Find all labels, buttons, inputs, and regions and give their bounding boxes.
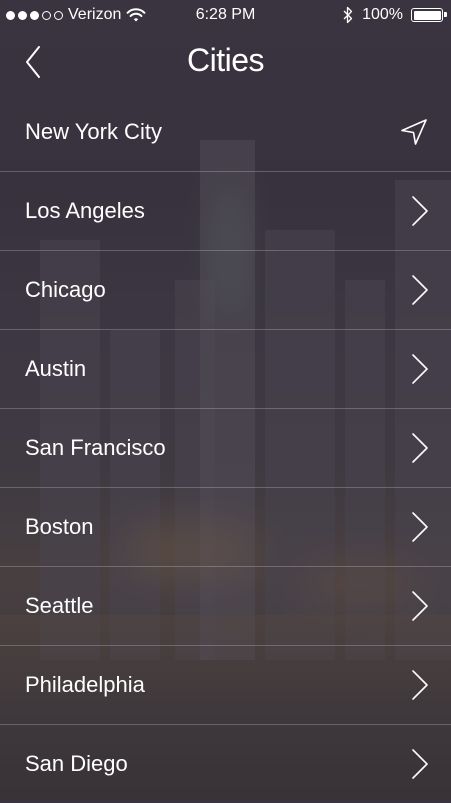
city-row-san-diego[interactable]: San Diego [0,725,451,803]
chevron-right-icon [412,196,428,226]
city-label: San Diego [25,751,128,776]
city-row-new-york-city[interactable]: New York City [0,92,451,172]
city-row-los-angeles[interactable]: Los Angeles [0,172,451,251]
city-label: San Francisco [25,435,166,460]
chevron-right-icon [412,591,428,621]
city-label: Austin [25,356,87,381]
city-label: Chicago [25,277,106,302]
status-bar: Verizon 6:28 PM 100% [0,0,451,30]
city-label: Philadelphia [25,672,145,697]
chevron-right-icon [412,275,428,305]
city-row-seattle[interactable]: Seattle [0,567,451,646]
location-arrow-icon [401,118,427,145]
chevron-right-icon [412,512,428,542]
page-title: Cities [186,42,265,78]
city-label: Seattle [25,593,94,618]
cities-list: New York City Los Angeles Chicago Austin… [0,92,451,803]
city-row-philadelphia[interactable]: Philadelphia [0,646,451,725]
chevron-right-icon [412,749,428,779]
chevron-right-icon [412,670,428,700]
battery-percent: 100% [362,6,403,23]
city-row-austin[interactable]: Austin [0,330,451,409]
city-row-san-francisco[interactable]: San Francisco [0,409,451,488]
battery-icon [411,8,447,22]
city-label: Los Angeles [25,198,145,223]
city-label: Boston [25,514,94,539]
navigation-bar: Cities [0,30,451,94]
chevron-right-icon [412,433,428,463]
city-label: New York City [25,118,162,144]
city-row-chicago[interactable]: Chicago [0,251,451,330]
chevron-right-icon [412,354,428,384]
bluetooth-icon [343,6,353,24]
city-row-boston[interactable]: Boston [0,488,451,567]
